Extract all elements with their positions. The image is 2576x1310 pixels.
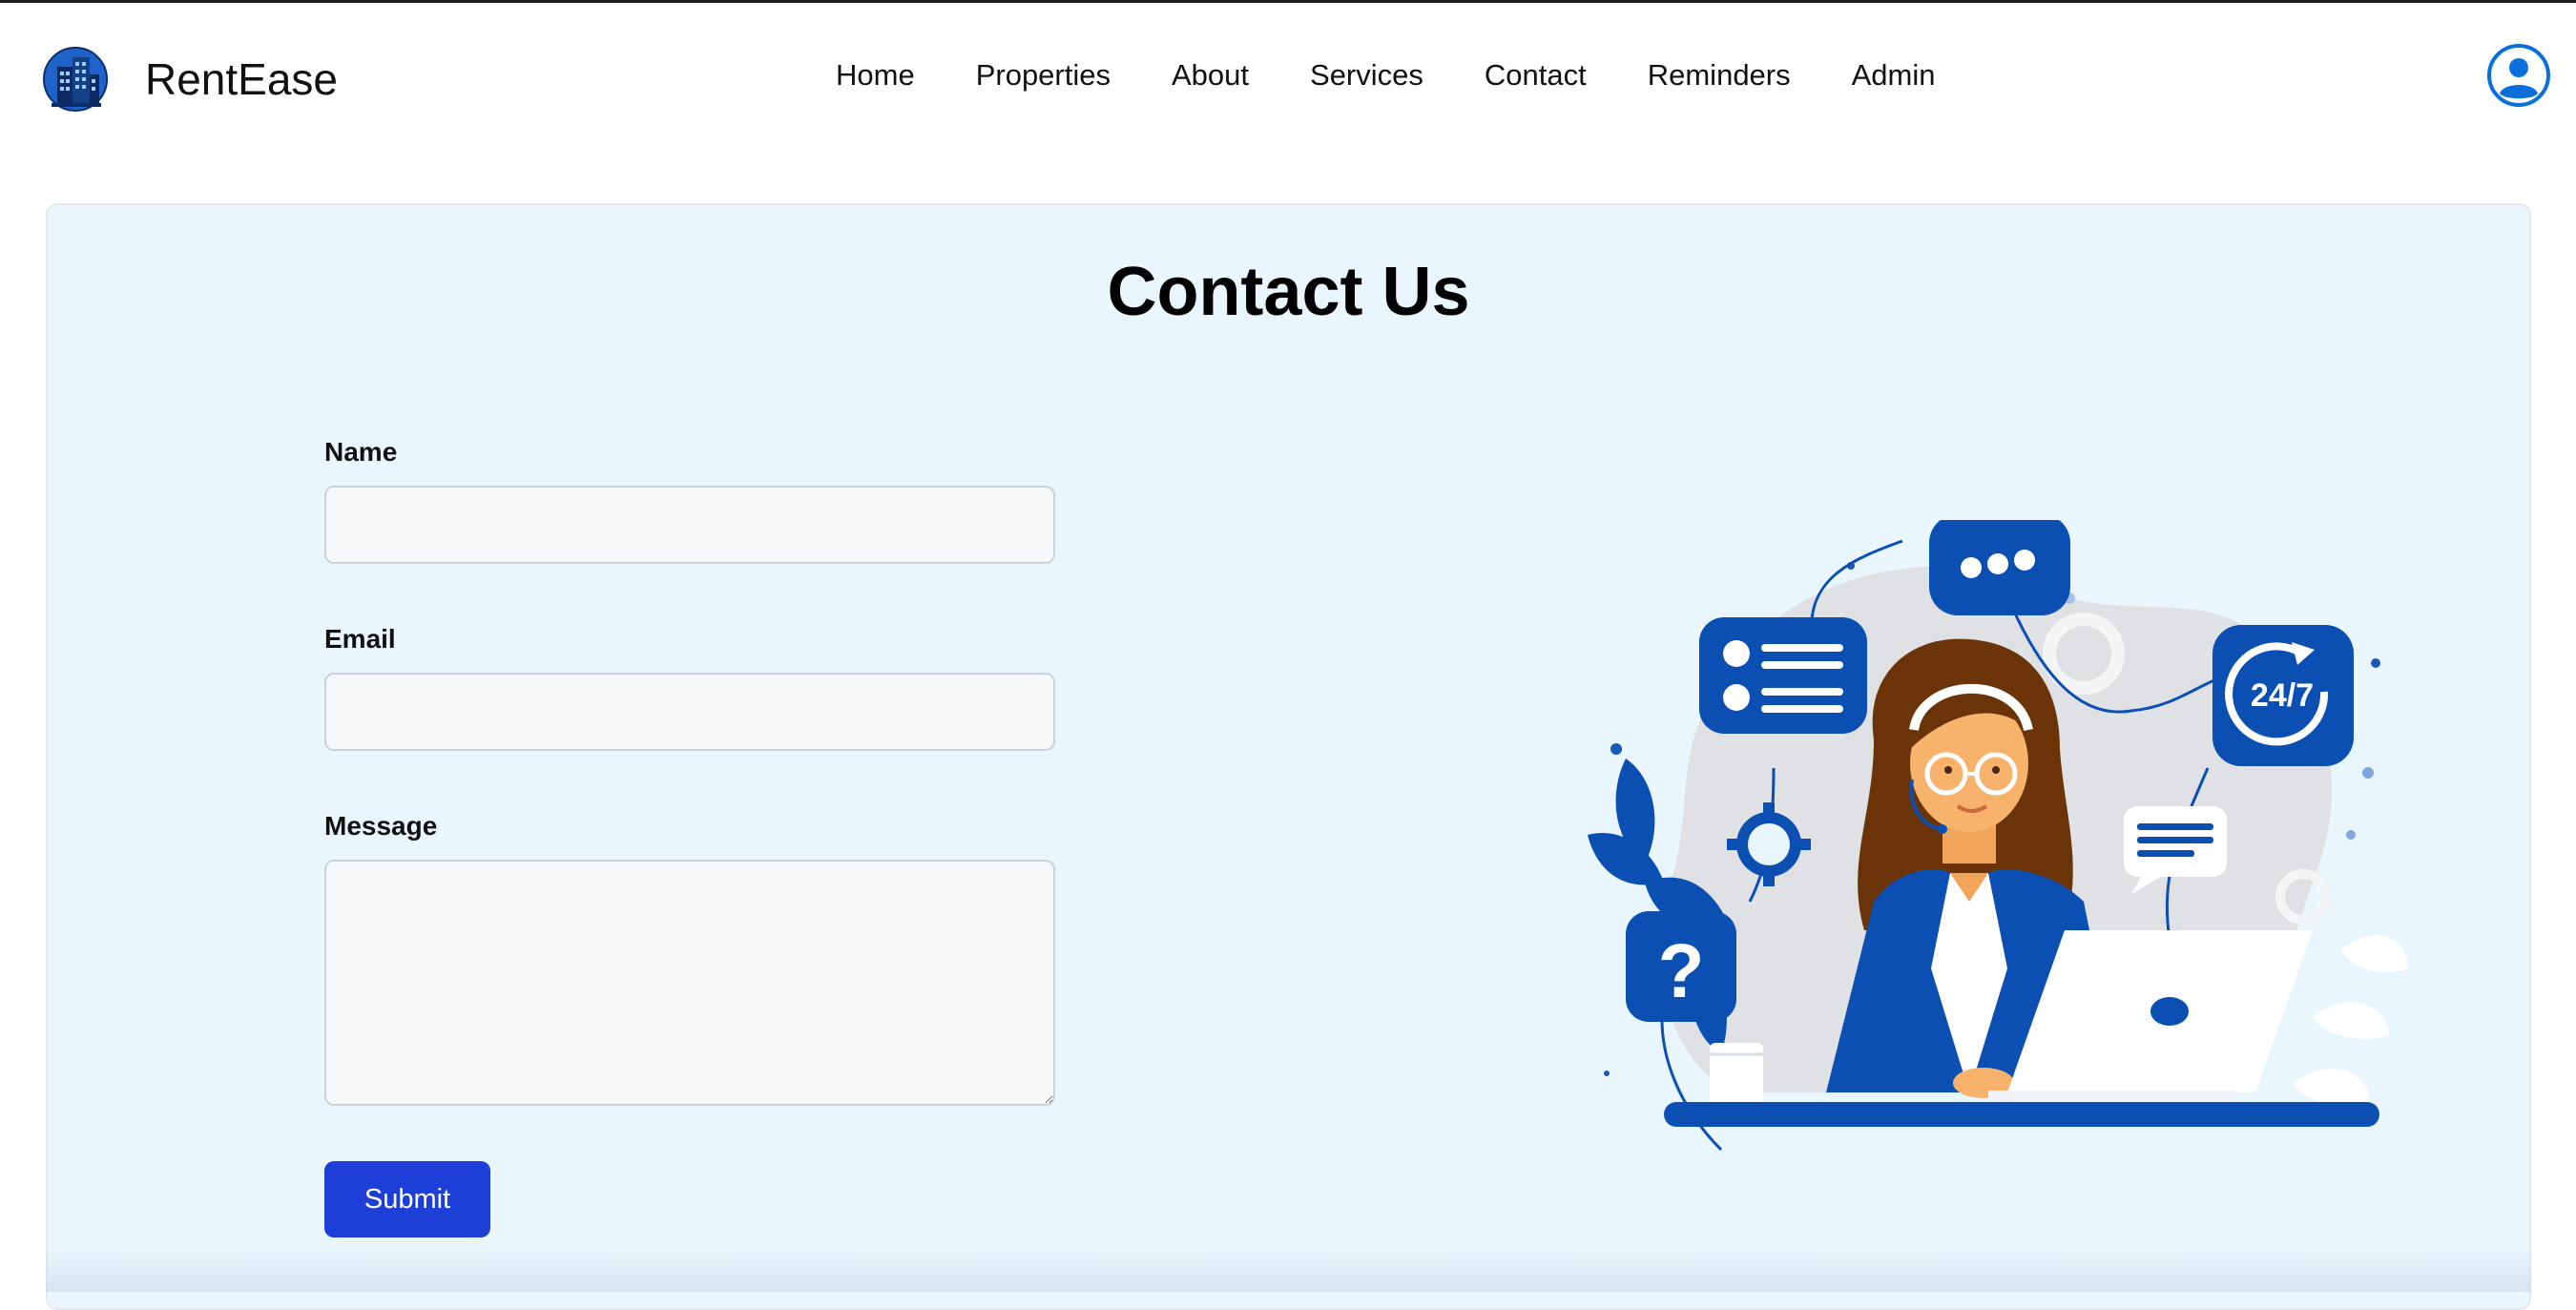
brand-name: RentEase: [145, 54, 339, 104]
page-title: Contact Us: [1107, 254, 1470, 330]
panel-bottom-shadow: [46, 1250, 2531, 1292]
message-textarea[interactable]: [324, 860, 1055, 1106]
building-logo-icon: [43, 47, 108, 112]
submit-button[interactable]: Submit: [324, 1161, 490, 1237]
question-mark-text: ?: [1658, 928, 1705, 1013]
nav-item-home[interactable]: Home: [836, 58, 915, 93]
coffee-cup-icon: [1708, 1043, 1765, 1104]
nav-item-contact[interactable]: Contact: [1485, 58, 1587, 93]
desk: [1664, 1102, 2379, 1127]
list-chat-bubble-icon: [1699, 617, 1867, 734]
typing-chat-bubble-icon: [1929, 520, 2070, 615]
nav-item-reminders[interactable]: Reminders: [1648, 58, 1791, 93]
email-field[interactable]: [324, 673, 1055, 751]
name-label: Name: [324, 437, 398, 467]
leaf-decoration: [2294, 935, 2408, 1106]
user-circle-icon[interactable]: [2487, 44, 2550, 107]
question-bubble-icon: ?: [1626, 911, 1736, 1022]
support-badge-text: 24/7: [2251, 677, 2314, 714]
nav-item-properties[interactable]: Properties: [976, 58, 1111, 93]
brand[interactable]: RentEase: [42, 45, 338, 114]
contact-panel: Contact Us Name Email Message Submit 24/…: [46, 203, 2531, 1310]
navbar: RentEase Home Properties About Services …: [0, 3, 2576, 156]
email-label: Email: [324, 624, 396, 654]
message-label: Message: [324, 811, 438, 841]
nav-item-about[interactable]: About: [1172, 58, 1249, 93]
customer-support-illustration: 24/7 ?: [1588, 520, 2408, 1152]
support-24-7-icon: 24/7: [2212, 625, 2354, 766]
nav-item-admin[interactable]: Admin: [1852, 58, 1936, 93]
main-nav: Home Properties About Services Contact R…: [836, 58, 1936, 93]
name-field[interactable]: [324, 486, 1055, 564]
nav-item-services[interactable]: Services: [1310, 58, 1423, 93]
